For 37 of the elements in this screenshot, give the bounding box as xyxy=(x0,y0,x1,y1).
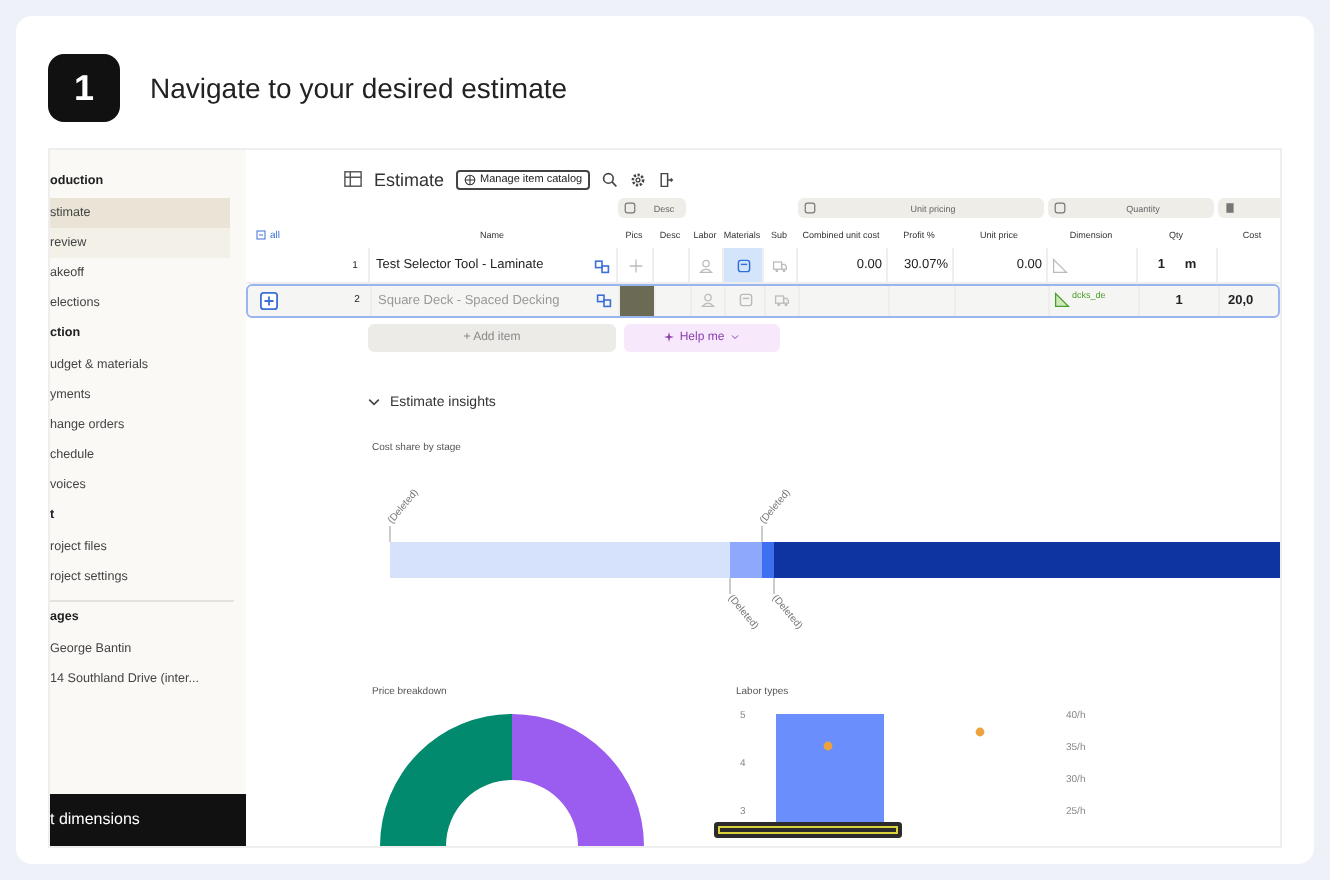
box-icon[interactable] xyxy=(737,292,753,309)
person-icon[interactable] xyxy=(700,292,716,309)
donut-slice xyxy=(512,714,644,846)
truck-icon[interactable] xyxy=(774,292,790,309)
data-point xyxy=(823,741,833,751)
leader-line xyxy=(773,577,775,595)
leader-line xyxy=(729,577,731,595)
data-point xyxy=(975,727,985,737)
box-icon[interactable] xyxy=(735,257,751,274)
export-icon[interactable] xyxy=(658,171,675,188)
group-icon xyxy=(624,202,636,215)
table-icon xyxy=(344,170,362,189)
step-number: 1 xyxy=(48,54,120,122)
ruler-triangle-icon[interactable] xyxy=(1054,292,1070,309)
ruler-triangle-icon[interactable] xyxy=(1052,257,1068,274)
leader-line xyxy=(761,525,763,543)
calculator-icon xyxy=(1224,202,1236,215)
person-icon[interactable] xyxy=(698,257,714,274)
leader-line xyxy=(389,525,391,543)
page-title: Estimate xyxy=(374,169,445,190)
expand-row-button[interactable] xyxy=(260,291,278,310)
add-photo-icon[interactable] xyxy=(627,257,643,274)
chevron-icon[interactable] xyxy=(366,394,382,410)
settings-icon[interactable] xyxy=(630,171,647,188)
sparkle-icon xyxy=(663,332,674,343)
chevron-down-icon xyxy=(730,332,741,343)
item-type-icon xyxy=(594,257,610,274)
group-icon xyxy=(804,202,816,215)
catalog-icon xyxy=(464,173,477,186)
search-icon[interactable] xyxy=(602,171,619,188)
sidebar-footer-button[interactable]: t dimensions xyxy=(50,794,246,846)
group-icon xyxy=(1054,202,1066,215)
truck-icon[interactable] xyxy=(772,257,788,274)
step-title: Navigate to your desired estimate xyxy=(150,72,568,104)
donut-slice xyxy=(380,714,512,846)
collapse-icon xyxy=(256,230,266,241)
item-type-icon xyxy=(596,292,612,309)
